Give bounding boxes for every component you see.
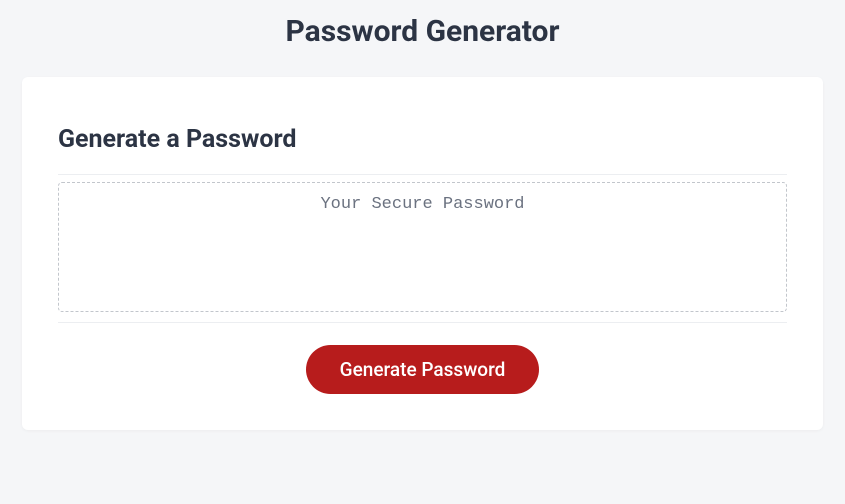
card-heading: Generate a Password (58, 125, 787, 175)
generator-card: Generate a Password Generate Password (22, 77, 823, 430)
generate-password-button[interactable]: Generate Password (306, 345, 540, 394)
password-output[interactable] (58, 182, 787, 312)
card-body (58, 175, 787, 323)
card-footer: Generate Password (58, 323, 787, 394)
page-title: Password Generator (0, 0, 845, 77)
